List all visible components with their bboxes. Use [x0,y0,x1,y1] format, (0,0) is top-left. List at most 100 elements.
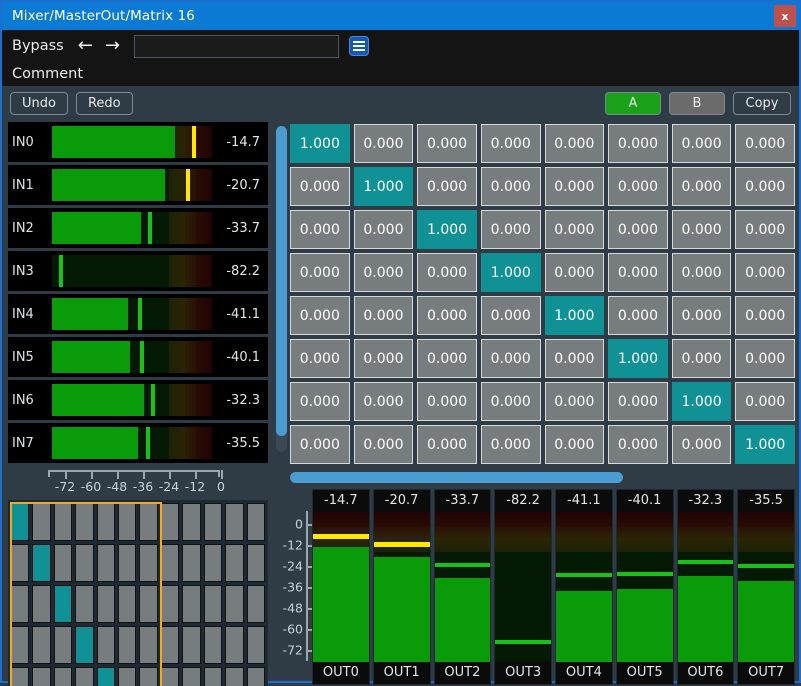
matrix-overview-cell[interactable] [225,667,244,686]
matrix-grid[interactable]: 1.000 0.000 0.000 0.000 0.000 0.000 0.000 0.000… [290,124,795,464]
matrix-cell[interactable]: 0.000 [290,425,350,464]
matrix-cell[interactable]: 0.000 [735,210,795,249]
matrix-cell[interactable]: 0.000 [608,124,668,163]
matrix-cell[interactable]: 0.000 [608,210,668,249]
matrix-cell[interactable]: 0.000 [353,296,414,335]
matrix-overview-cell[interactable] [203,544,223,582]
matrix-overview-cell[interactable] [53,585,73,623]
matrix-overview-cell[interactable] [32,585,51,623]
matrix-overview-grid[interactable] [11,503,265,686]
matrix-overview-cell[interactable] [182,585,201,623]
matrix-overview-cell[interactable] [246,667,265,686]
matrix-overview-cell[interactable] [96,503,116,541]
matrix-overview-cell[interactable] [32,626,51,664]
matrix-cell[interactable]: 0.000 [290,296,350,335]
matrix-cell[interactable]: 1.000 [353,167,414,206]
matrix-cell[interactable]: 0.000 [417,167,477,206]
matrix-cell[interactable]: 0.000 [735,382,795,421]
previous-preset-arrow-icon[interactable]: ← [78,37,93,55]
matrix-cell[interactable]: 1.000 [417,210,477,249]
matrix-cell[interactable]: 0.000 [544,382,605,421]
matrix-cell[interactable]: 0.000 [735,124,795,163]
matrix-overview-cell[interactable] [11,667,30,686]
matrix-cell[interactable]: 0.000 [671,167,732,206]
matrix-overview-cell[interactable] [246,585,265,623]
matrix-overview-cell[interactable] [53,503,73,541]
matrix-overview-cell[interactable] [96,585,116,623]
matrix-cell[interactable]: 0.000 [417,339,477,378]
matrix-overview-cell[interactable] [182,503,201,541]
matrix-overview-cell[interactable] [11,585,30,623]
matrix-overview-cell[interactable] [160,544,180,582]
matrix-vertical-scrollbar[interactable] [276,126,287,452]
matrix-cell[interactable]: 0.000 [671,253,732,292]
matrix-cell[interactable]: 0.000 [671,124,732,163]
matrix-cell[interactable]: 0.000 [544,210,605,249]
matrix-cell[interactable]: 0.000 [480,425,541,464]
matrix-cell[interactable]: 0.000 [417,425,477,464]
matrix-cell[interactable]: 0.000 [544,124,605,163]
matrix-cell[interactable]: 0.000 [608,382,668,421]
close-button[interactable]: x [774,5,796,27]
matrix-cell[interactable]: 0.000 [290,210,350,249]
matrix-overview-cell[interactable] [246,503,265,541]
next-preset-arrow-icon[interactable]: → [105,37,120,55]
matrix-cell[interactable]: 0.000 [353,124,414,163]
matrix-overview-cell[interactable] [11,626,30,664]
matrix-overview-cell[interactable] [11,503,30,541]
matrix-cell[interactable]: 0.000 [544,339,605,378]
matrix-cell[interactable]: 0.000 [353,253,414,292]
matrix-overview-cell[interactable] [225,626,244,664]
matrix-cell[interactable]: 1.000 [608,339,668,378]
matrix-cell[interactable]: 0.000 [608,253,668,292]
matrix-overview-cell[interactable] [32,503,51,541]
matrix-cell[interactable]: 1.000 [480,253,541,292]
matrix-cell[interactable]: 0.000 [608,425,668,464]
matrix-overview-cell[interactable] [203,626,223,664]
matrix-overview-cell[interactable] [203,667,223,686]
matrix-overview-cell[interactable] [246,544,265,582]
matrix-overview-cell[interactable] [96,626,116,664]
matrix-overview-cell[interactable] [182,626,201,664]
matrix-cell[interactable]: 0.000 [480,167,541,206]
matrix-overview-cell[interactable] [139,667,158,686]
matrix-cell[interactable]: 0.000 [608,167,668,206]
matrix-overview-cell[interactable] [75,544,94,582]
matrix-cell[interactable]: 0.000 [544,253,605,292]
matrix-cell[interactable]: 0.000 [290,382,350,421]
matrix-overview-cell[interactable] [32,544,51,582]
matrix-overview-cell[interactable] [96,544,116,582]
matrix-cell[interactable]: 0.000 [353,339,414,378]
preset-name-input[interactable] [133,34,339,58]
matrix-overview-cell[interactable] [53,544,73,582]
matrix-cell[interactable]: 1.000 [290,124,350,163]
matrix-overview-cell[interactable] [96,667,116,686]
matrix-overview-cell[interactable] [182,667,201,686]
matrix-cell[interactable]: 0.000 [417,382,477,421]
matrix-cell[interactable]: 0.000 [417,124,477,163]
matrix-overview-cell[interactable] [203,585,223,623]
matrix-overview-cell[interactable] [53,626,73,664]
matrix-cell[interactable]: 0.000 [735,339,795,378]
matrix-cell[interactable]: 1.000 [671,382,732,421]
matrix-cell[interactable]: 0.000 [735,167,795,206]
matrix-overview-cell[interactable] [53,667,73,686]
matrix-cell[interactable]: 0.000 [671,425,732,464]
matrix-overview-cell[interactable] [225,585,244,623]
preset-a-button[interactable]: A [605,91,661,115]
matrix-overview-cell[interactable] [139,626,158,664]
matrix-overview-cell[interactable] [246,626,265,664]
list-icon[interactable] [348,36,369,56]
comment-label[interactable]: Comment [12,66,83,82]
matrix-overview[interactable] [8,500,268,686]
matrix-overview-cell[interactable] [75,585,94,623]
matrix-cell[interactable]: 0.000 [735,296,795,335]
matrix-overview-cell[interactable] [75,667,94,686]
matrix-overview-cell[interactable] [118,544,137,582]
matrix-overview-cell[interactable] [203,503,223,541]
matrix-cell[interactable]: 0.000 [544,167,605,206]
matrix-cell[interactable]: 0.000 [671,339,732,378]
matrix-overview-cell[interactable] [139,544,158,582]
matrix-cell[interactable]: 0.000 [544,425,605,464]
matrix-cell[interactable]: 0.000 [480,210,541,249]
